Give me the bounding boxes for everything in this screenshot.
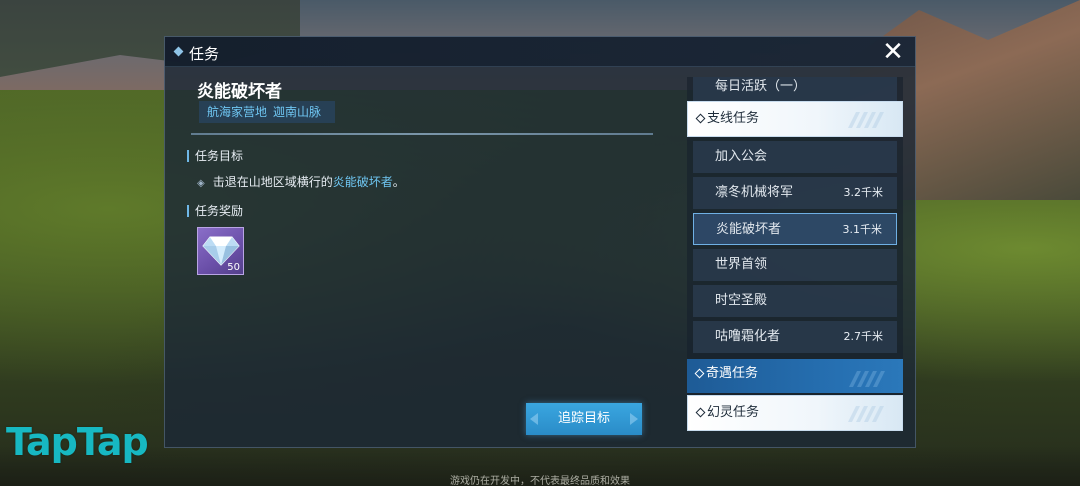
category-label: 支线任务 bbox=[707, 111, 760, 126]
list-item-winter-mech-general[interactable]: 凛冬机械将军 3.2千米 bbox=[693, 177, 897, 209]
category-side-quests[interactable]: 支线任务 bbox=[687, 101, 903, 137]
category-label: 幻灵任务 bbox=[707, 405, 760, 420]
list-item-distance: 2.7千米 bbox=[843, 330, 884, 343]
section-bar bbox=[187, 150, 189, 162]
goal-section-title: 任务目标 bbox=[195, 149, 244, 163]
list-item-distance: 3.2千米 bbox=[843, 186, 884, 199]
list-item-label: 每日活跃（一） bbox=[715, 79, 807, 94]
diamond-icon bbox=[695, 407, 706, 418]
panel-header: 任务 bbox=[165, 37, 915, 67]
quest-list[interactable]: 每日活跃（一） 支线任务 加入公会 凛冬机械将军 3.2千米 炎能破坏者 3.1… bbox=[687, 77, 903, 431]
section-bar bbox=[187, 205, 189, 217]
quest-name: 炎能破坏者 bbox=[197, 82, 282, 102]
taptap-watermark: TapTap bbox=[6, 420, 149, 464]
footer-disclaimer: 游戏仍在开发中，不代表最终品质和效果 bbox=[450, 476, 630, 486]
stripes-icon bbox=[849, 371, 885, 387]
list-item-daily[interactable]: 每日活跃（一） bbox=[693, 77, 897, 103]
list-item-label: 加入公会 bbox=[715, 149, 768, 164]
reward-section-title: 任务奖励 bbox=[195, 204, 244, 218]
category-phantom-quests[interactable]: 幻灵任务 bbox=[687, 395, 903, 431]
bullet-icon: ◈ bbox=[197, 178, 205, 189]
list-item-label: 世界首领 bbox=[715, 257, 768, 272]
goal-text: ◈ 击退在山地区域横行的炎能破坏者。 bbox=[197, 173, 405, 190]
category-encounter-quests[interactable]: 奇遇任务 bbox=[687, 359, 903, 393]
reward-item[interactable]: 50 bbox=[197, 227, 244, 275]
location-region: 迦南山脉 bbox=[273, 105, 322, 119]
list-item-spacetime-temple[interactable]: 时空圣殿 bbox=[693, 285, 897, 317]
panel-title: 任务 bbox=[189, 45, 220, 63]
list-item-world-boss[interactable]: 世界首领 bbox=[693, 249, 897, 281]
close-button[interactable]: ✕ bbox=[881, 39, 905, 65]
location-camp: 航海家营地 bbox=[207, 105, 268, 119]
list-item-join-guild[interactable]: 加入公会 bbox=[693, 141, 897, 173]
goal-prefix: 击退在山地区域横行的 bbox=[212, 175, 333, 189]
diamond-icon bbox=[694, 368, 705, 379]
list-item-label: 凛冬机械将军 bbox=[715, 185, 794, 200]
quest-panel: 任务 ✕ 炎能破坏者 航海家营地 迦南山脉 任务目标 ◈ 击退在山地区域横行的炎能破… bbox=[164, 36, 916, 448]
goal-suffix: 。 bbox=[392, 175, 405, 189]
list-item-label: 炎能破坏者 bbox=[716, 222, 782, 237]
location-tag: 航海家营地 迦南山脉 bbox=[199, 101, 336, 123]
list-item-distance: 3.1千米 bbox=[842, 223, 883, 236]
category-label: 奇遇任务 bbox=[706, 366, 759, 381]
goal-target: 炎能破坏者 bbox=[332, 175, 393, 189]
list-item-label: 咕噜霜化者 bbox=[715, 329, 781, 344]
diamond-icon bbox=[173, 46, 184, 57]
track-target-button[interactable]: 追踪目标 bbox=[526, 403, 642, 435]
divider bbox=[191, 133, 653, 135]
list-item-flame-destroyer[interactable]: 炎能破坏者 3.1千米 bbox=[693, 213, 897, 245]
stripes-icon bbox=[848, 406, 884, 422]
list-item-frost-gollum[interactable]: 咕噜霜化者 2.7千米 bbox=[693, 321, 897, 353]
diamond-icon bbox=[695, 113, 706, 124]
stripes-icon bbox=[848, 112, 884, 128]
list-item-label: 时空圣殿 bbox=[715, 293, 768, 308]
reward-count: 50 bbox=[227, 262, 240, 273]
